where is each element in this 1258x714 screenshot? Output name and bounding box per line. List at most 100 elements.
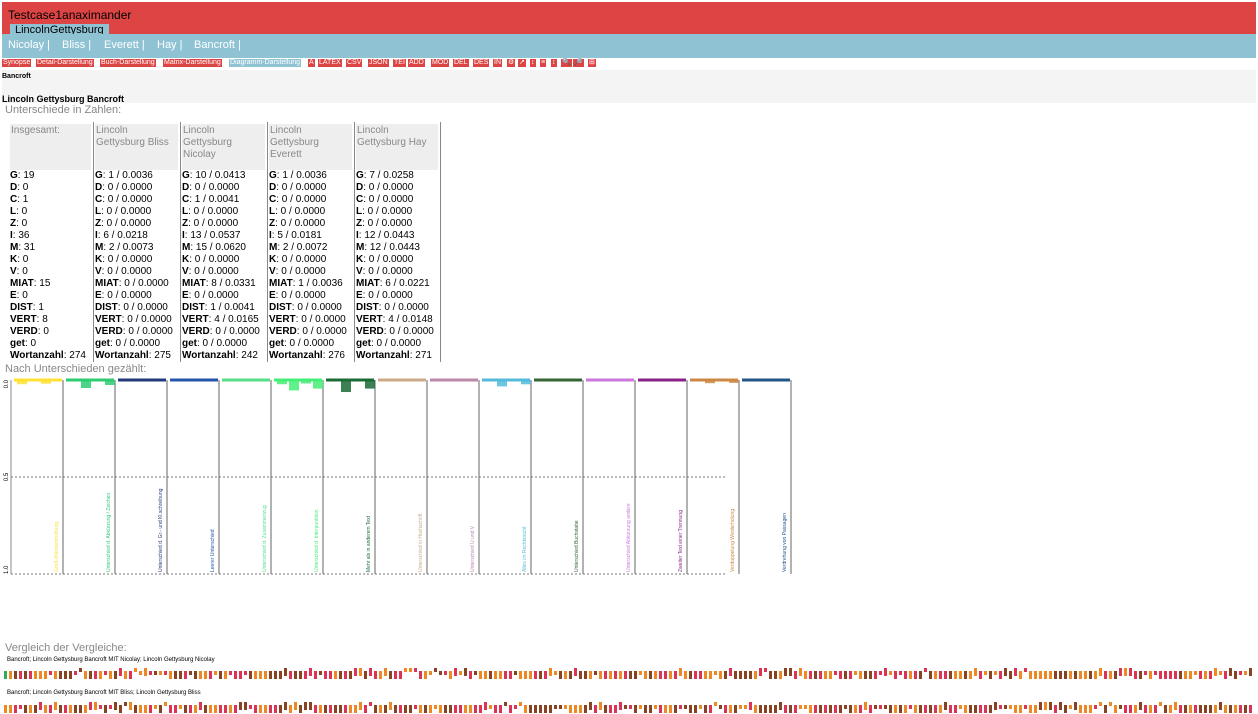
compare-mark xyxy=(889,705,892,713)
view-button-17[interactable]: ↕ xyxy=(530,59,536,67)
compare-mark xyxy=(1064,671,1067,679)
stats-column: Lincoln Gettysburg Hay G: 7 / 0.0258 D: 0 … xyxy=(356,122,441,362)
view-button-8[interactable]: JSON xyxy=(368,59,389,67)
view-button-9[interactable]: TEI xyxy=(393,59,406,67)
stats-column: Insgesamt: G: 19 D: 0 C: 1 L: 0 Z: 0 I: 36 M: 3… xyxy=(10,122,94,362)
compare-mark xyxy=(1174,702,1177,710)
compare-mark xyxy=(1219,702,1222,710)
stats-value: : 0 / 0.0000 xyxy=(102,194,153,205)
compare-mark xyxy=(749,702,752,710)
view-button-7[interactable]: CSV xyxy=(346,59,363,67)
stats-row: I: 5 / 0.0181 xyxy=(269,230,347,242)
compare-mark xyxy=(524,671,527,679)
view-button-18[interactable]: ≡ xyxy=(540,59,547,67)
compare-mark xyxy=(464,705,467,713)
view-button-20[interactable]: 🔍 xyxy=(561,59,572,67)
stats-column-header: Insgesamt: xyxy=(10,124,91,170)
view-button-13[interactable]: DES xyxy=(473,59,490,67)
stats-value: : 271 xyxy=(409,350,432,361)
view-button-16[interactable]: ↗ xyxy=(518,59,526,67)
nav-bliss[interactable]: Bliss | xyxy=(62,39,91,51)
compare-mark xyxy=(324,705,327,713)
view-button-6[interactable]: LATEX xyxy=(318,59,342,67)
compare-mark xyxy=(209,705,212,713)
compare-mark xyxy=(534,705,537,713)
view-button-4[interactable]: Diagramm-Darstellung xyxy=(229,59,302,67)
stats-row: M: 31 xyxy=(10,242,86,254)
compare-mark xyxy=(254,705,257,713)
view-button-22[interactable]: ⊞ xyxy=(588,59,596,67)
compare-mark xyxy=(34,705,37,713)
compare-mark xyxy=(564,671,567,679)
view-button-10[interactable]: ADD xyxy=(408,59,425,67)
stats-value: : 0 / 0.0000 xyxy=(189,182,240,193)
compare-mark xyxy=(904,671,907,679)
nav-nicolay[interactable]: Nicolay | xyxy=(8,39,50,51)
view-button-19[interactable]: ↕ xyxy=(551,59,557,67)
compare-mark xyxy=(914,705,917,713)
compare-mark xyxy=(584,671,587,679)
compare-mark xyxy=(1229,705,1232,713)
chart-bar xyxy=(497,380,507,387)
compare-mark xyxy=(1134,705,1137,713)
stats-key: VERD xyxy=(95,326,123,337)
compare-mark xyxy=(764,705,767,713)
stats-key: Wortanzahl xyxy=(356,350,410,361)
compare-mark xyxy=(984,705,987,713)
compare-mark xyxy=(334,671,337,679)
view-button-15[interactable]: ⚙ xyxy=(507,59,516,67)
compare-mark xyxy=(189,705,192,713)
nav-bancroft[interactable]: Bancroft | xyxy=(194,39,241,51)
stats-row: DIST: 1 xyxy=(10,302,86,314)
view-button-12[interactable]: DEL xyxy=(453,59,469,67)
view-button-1[interactable]: Detail-Darstellung xyxy=(36,59,94,67)
compare-mark xyxy=(444,671,447,675)
chart-bar xyxy=(289,380,299,391)
compare-mark xyxy=(1164,671,1167,679)
compare-strip-2 xyxy=(4,702,1252,713)
view-button-11[interactable]: MOD xyxy=(431,59,450,67)
stats-value: : 0 / 0.0000 xyxy=(275,218,326,229)
stats-row: VERT: 0 / 0.0000 xyxy=(95,314,173,326)
stats-value: : 4 / 0.0165 xyxy=(208,314,259,325)
category-label: Unterschied d. Zusammenzug xyxy=(262,505,268,572)
compare-mark xyxy=(59,705,62,713)
compare-mark xyxy=(694,705,697,713)
compare-mark xyxy=(519,671,522,679)
compare-mark xyxy=(84,671,87,679)
stats-value: : 10 / 0.0413 xyxy=(189,170,246,181)
stats-column: Lincoln Gettysburg Everett G: 1 / 0.0036 D… xyxy=(269,122,355,362)
compare-mark xyxy=(549,705,552,713)
stats-column: Lincoln Gettysburg Bliss G: 1 / 0.0036 D: … xyxy=(95,122,181,362)
view-button-5[interactable]: A xyxy=(308,59,315,67)
compare-mark xyxy=(849,705,852,713)
stats-value: : 2 / 0.0072 xyxy=(277,242,328,253)
compare-mark xyxy=(894,705,897,713)
compare-mark xyxy=(1244,705,1247,713)
view-button-21[interactable]: 🔎 xyxy=(573,59,584,67)
compare-mark xyxy=(764,668,767,672)
nav-hay[interactable]: Hay | xyxy=(157,39,182,51)
stats-key: get xyxy=(356,338,371,349)
compare-heading: Vergleich der Vergleiche: xyxy=(5,642,127,654)
compare-mark xyxy=(104,705,107,713)
view-button-0[interactable]: Synopse xyxy=(2,59,32,67)
stats-row: Wortanzahl: 275 xyxy=(95,350,173,362)
view-button-3[interactable]: Matrix-Darstellung xyxy=(163,59,222,67)
nav-everett[interactable]: Everett | xyxy=(104,39,145,51)
compare-mark xyxy=(219,671,222,679)
view-button-2[interactable]: Buch-Darstellung xyxy=(100,59,156,67)
stats-row: K: 0 / 0.0000 xyxy=(356,254,434,266)
stats-row: VERT: 8 xyxy=(10,314,86,326)
stats-value: : 0 / 0.0000 xyxy=(284,338,335,349)
compare-mark xyxy=(689,705,692,713)
compare-mark xyxy=(284,702,287,710)
compare-mark xyxy=(234,705,237,713)
view-button-14[interactable]: IN xyxy=(493,59,502,67)
compare-mark xyxy=(879,671,882,675)
compare-mark xyxy=(149,671,152,675)
compare-mark xyxy=(269,671,272,679)
compare-mark xyxy=(109,705,112,709)
compare-mark xyxy=(894,671,897,679)
compare-mark xyxy=(279,671,282,679)
